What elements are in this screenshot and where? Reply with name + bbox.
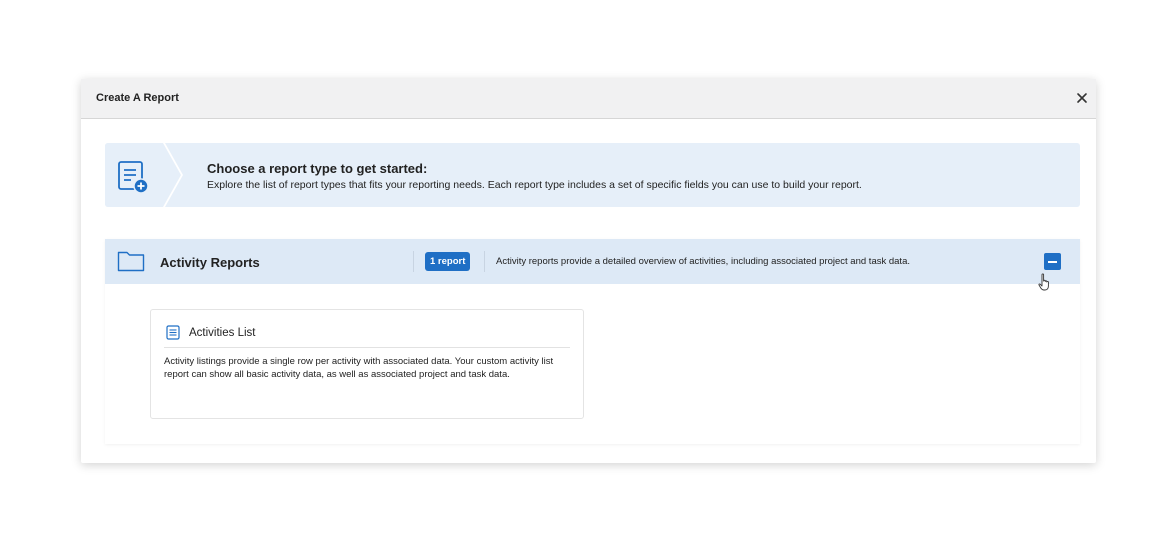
modal-header: Create A Report <box>81 79 1096 119</box>
collapse-minus-icon[interactable] <box>1044 253 1061 270</box>
report-count-badge: 1 report <box>425 252 471 271</box>
card-title: Activities List <box>189 327 256 339</box>
group-title: Activity Reports <box>160 255 260 270</box>
intro-banner: Choose a report type to get started: Exp… <box>105 143 1080 207</box>
banner-heading: Choose a report type to get started: <box>207 161 428 176</box>
report-group-activity: Activity Reports 1 report Activity repor… <box>105 239 1080 444</box>
card-divider <box>164 347 570 348</box>
create-report-modal: Create A Report Choose a report type to … <box>81 79 1096 463</box>
group-header[interactable]: Activity Reports 1 report Activity repor… <box>105 239 1080 291</box>
hand-cursor-icon <box>1038 273 1052 296</box>
close-icon[interactable] <box>1074 90 1090 106</box>
modal-title: Create A Report <box>96 92 179 104</box>
header-divider <box>484 251 485 272</box>
report-add-icon <box>105 143 163 207</box>
report-type-card[interactable]: Activities List Activity listings provid… <box>150 309 584 419</box>
folder-icon <box>117 250 145 277</box>
group-description: Activity reports provide a detailed over… <box>496 256 910 267</box>
banner-chevron-shape <box>161 143 183 207</box>
list-document-icon <box>166 325 180 345</box>
banner-text: Explore the list of report types that fi… <box>207 179 862 191</box>
header-divider <box>413 251 414 272</box>
card-description: Activity listings provide a single row p… <box>164 356 554 380</box>
